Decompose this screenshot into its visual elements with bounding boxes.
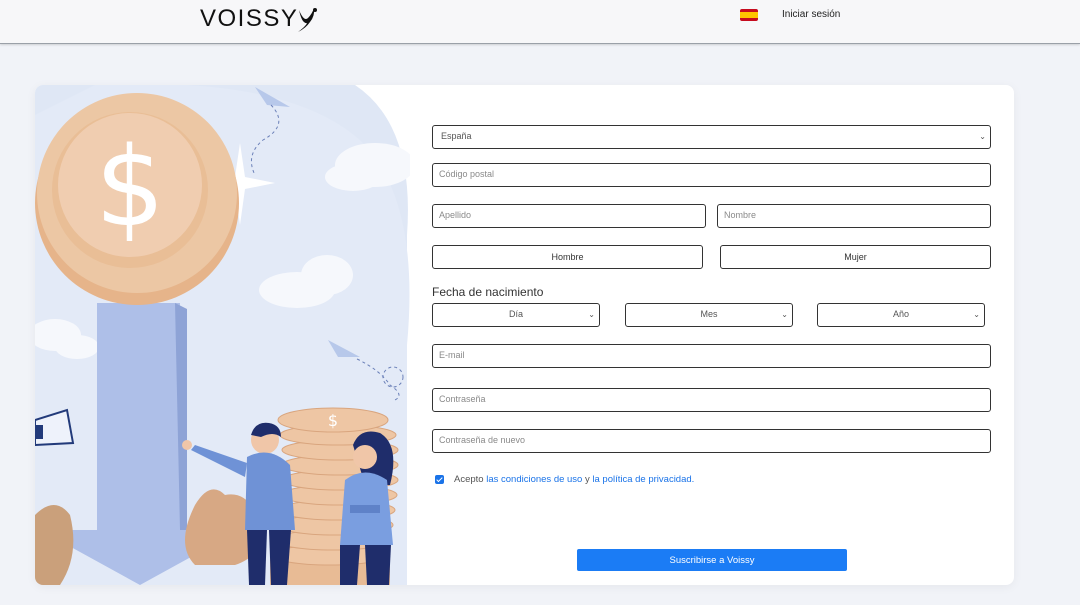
postal-code-placeholder: Código postal bbox=[439, 169, 495, 179]
password-placeholder: Contraseña bbox=[439, 394, 486, 404]
voissy-logo[interactable]: VOISSY bbox=[200, 2, 318, 36]
last-name-field[interactable]: Apellido bbox=[432, 204, 706, 228]
chevron-down-icon: ⌄ bbox=[973, 310, 980, 319]
top-header: VOISSY Iniciar sesión bbox=[0, 0, 1080, 44]
logo-bird-icon bbox=[298, 8, 318, 32]
dob-day-value: Día bbox=[508, 309, 523, 319]
gender-female-button[interactable]: Mujer bbox=[720, 245, 991, 269]
first-name-placeholder: Nombre bbox=[724, 210, 757, 220]
chevron-down-icon: ⌄ bbox=[781, 310, 788, 319]
chevron-down-icon: ⌄ bbox=[588, 310, 595, 319]
subscribe-button[interactable]: Suscribirse a Voissy bbox=[577, 549, 847, 571]
login-link[interactable]: Iniciar sesión bbox=[782, 9, 840, 20]
password-confirm-placeholder: Contraseña de nuevo bbox=[439, 435, 526, 445]
terms-conditions-link[interactable]: las condiciones de uso bbox=[486, 474, 582, 485]
logo-wordmark: VOISSY bbox=[200, 5, 299, 32]
svg-text:$: $ bbox=[328, 411, 338, 430]
signup-card: $ $ España ⌄ Código postal Apellido Nomb… bbox=[35, 85, 1014, 585]
dob-month-select[interactable]: Mes ⌄ bbox=[625, 303, 793, 327]
gender-male-button[interactable]: Hombre bbox=[432, 245, 703, 269]
dob-label: Fecha de nacimiento bbox=[432, 285, 544, 299]
terms-middle: y bbox=[582, 474, 593, 485]
dob-year-value: Año bbox=[892, 309, 909, 319]
last-name-placeholder: Apellido bbox=[439, 210, 472, 220]
spain-flag-icon[interactable] bbox=[740, 9, 758, 21]
password-field[interactable]: Contraseña bbox=[432, 388, 991, 412]
svg-text:$: $ bbox=[95, 123, 165, 251]
password-confirm-field[interactable]: Contraseña de nuevo bbox=[432, 429, 991, 453]
privacy-policy-link[interactable]: la política de privacidad. bbox=[592, 474, 694, 485]
terms-checkbox[interactable] bbox=[435, 475, 444, 484]
terms-prefix: Acepto bbox=[454, 474, 487, 485]
postal-code-field[interactable]: Código postal bbox=[432, 163, 991, 187]
country-value: España bbox=[441, 131, 472, 141]
dob-year-select[interactable]: Año ⌄ bbox=[817, 303, 985, 327]
first-name-field[interactable]: Nombre bbox=[717, 204, 991, 228]
chevron-down-icon: ⌄ bbox=[979, 132, 986, 141]
email-field[interactable]: E-mail bbox=[432, 344, 991, 368]
dob-day-select[interactable]: Día ⌄ bbox=[432, 303, 600, 327]
country-select[interactable]: España ⌄ bbox=[432, 125, 991, 149]
terms-row: Acepto las condiciones de uso y la polít… bbox=[435, 474, 694, 485]
dob-month-value: Mes bbox=[700, 309, 718, 319]
email-placeholder: E-mail bbox=[439, 350, 465, 360]
finance-illustration: $ $ bbox=[35, 85, 410, 585]
